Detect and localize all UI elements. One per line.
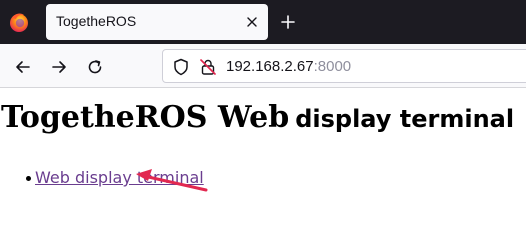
arrow-right-icon[interactable] [50,58,68,76]
tab-togetheros[interactable]: TogetheROS [46,4,268,40]
reload-icon[interactable] [86,58,104,76]
heading-part-1: TogetheROS Web [1,100,290,135]
url-host: 192.168.2.67 [226,58,314,75]
page-heading: TogetheROS Web display terminal [1,103,514,133]
url-text[interactable]: 192.168.2.67:8000 [226,58,351,75]
insecure-lock-icon[interactable] [199,58,217,76]
tab-title: TogetheROS [56,13,137,29]
list-bullet [26,176,31,181]
close-icon[interactable] [244,14,260,30]
heading-part-2: display terminal [295,105,515,133]
firefox-logo-icon[interactable] [8,11,30,33]
address-bar[interactable]: 192.168.2.67:8000 [162,49,526,83]
plus-icon[interactable] [280,14,296,30]
navigation-bar: 192.168.2.67:8000 [0,44,526,88]
url-port: :8000 [313,58,352,75]
red-arrow-icon [136,169,208,192]
shield-icon[interactable] [173,58,189,76]
tab-strip: TogetheROS [0,0,526,44]
arrow-left-icon[interactable] [14,58,32,76]
